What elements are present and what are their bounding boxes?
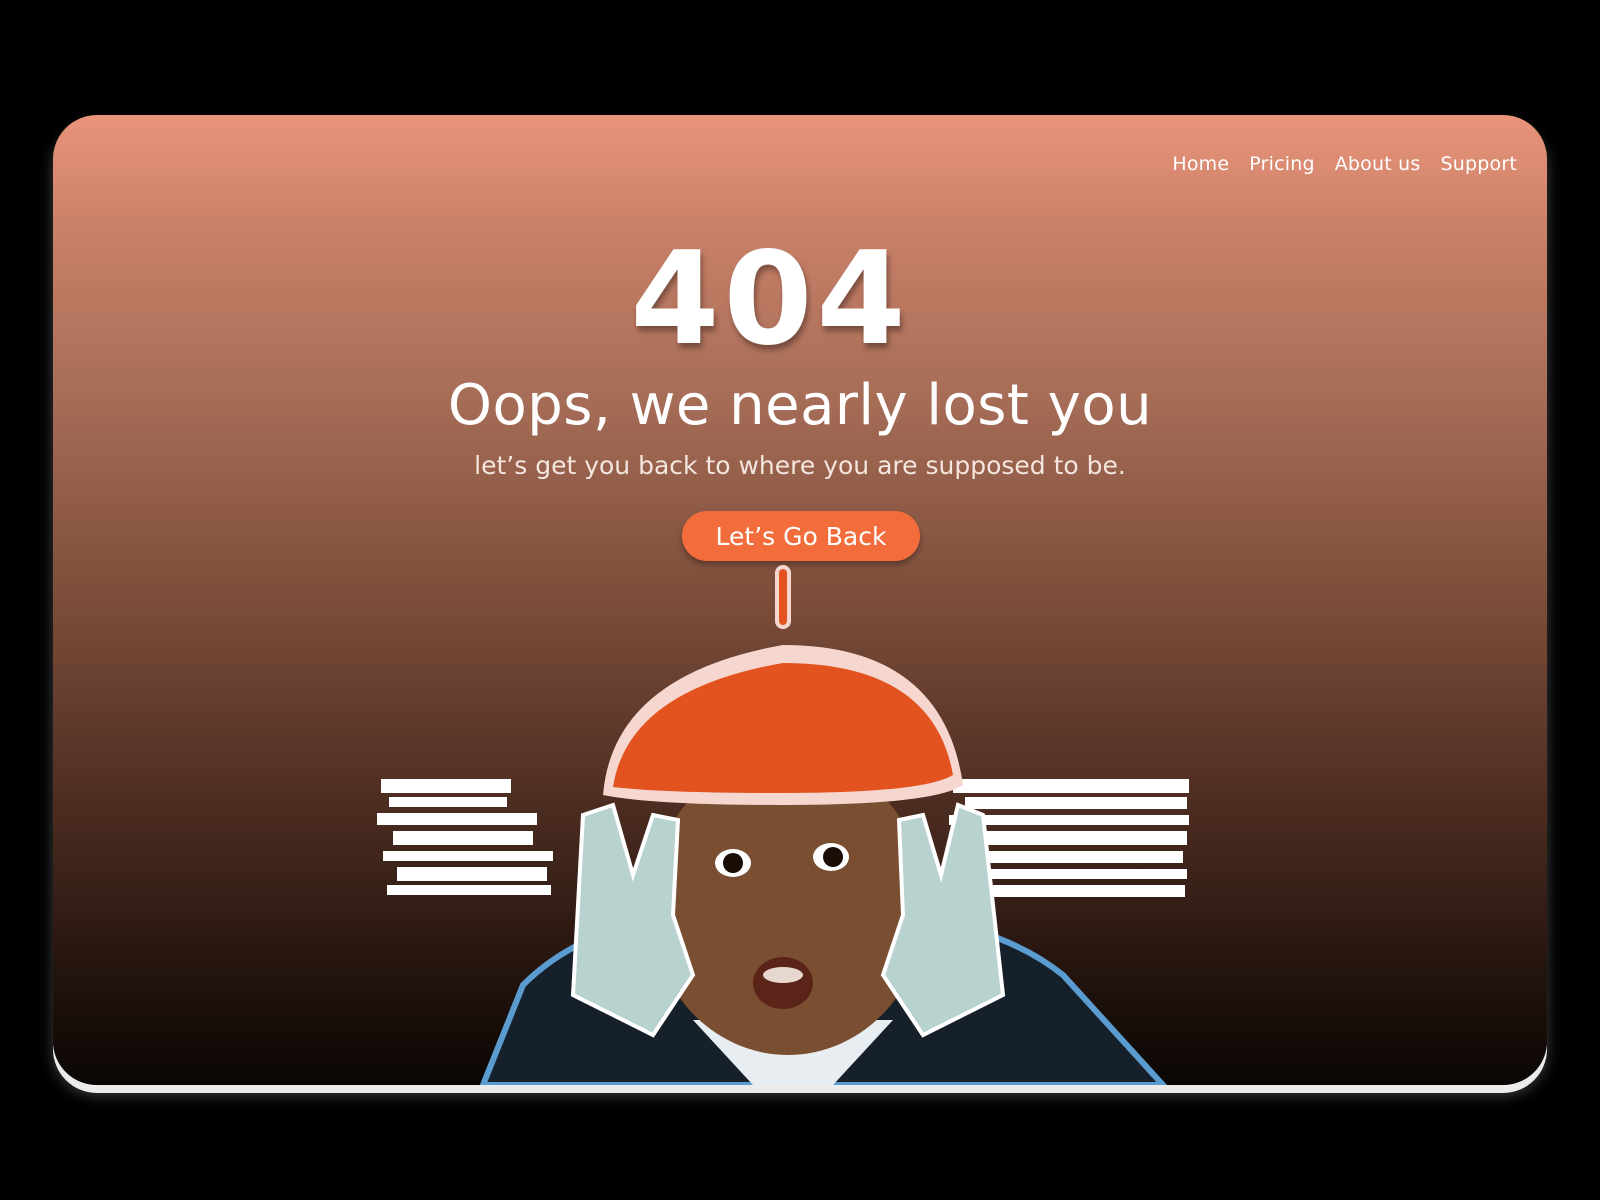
boy-with-beret-illustration	[377, 565, 1189, 1085]
error-page-card: Home Pricing About us Support 404 Oops, …	[53, 115, 1547, 1085]
